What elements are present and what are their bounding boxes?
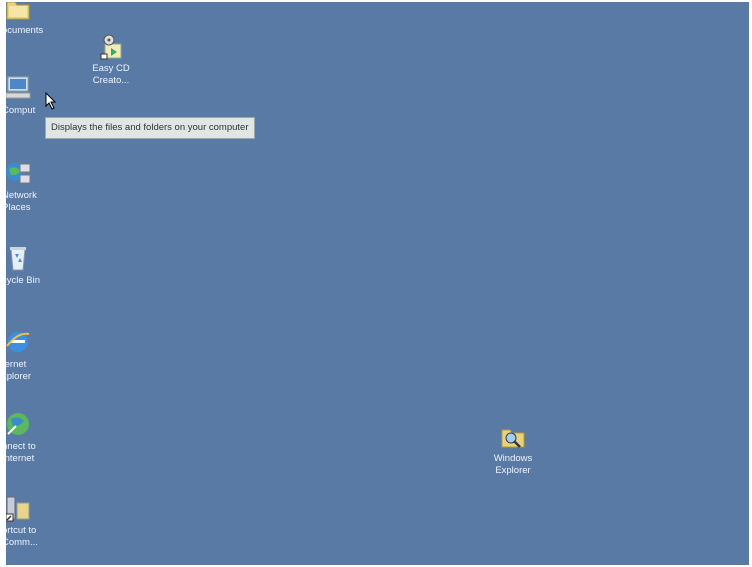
desktop-icon-internet-explorer[interactable]: ternet xplorer	[6, 328, 62, 383]
desktop-icon-my-documents[interactable]: ocuments	[6, 2, 62, 37]
cd-creator-icon	[97, 32, 125, 60]
recycle-bin-icon	[6, 244, 32, 272]
icon-label: Easy CD Creato...	[92, 63, 130, 86]
desktop-icon-easy-cd-creator[interactable]: Easy CD Creato...	[76, 32, 146, 87]
icon-label: Network Places	[6, 190, 37, 213]
desktop-icon-recycle-bin[interactable]: cycle Bin	[6, 244, 62, 287]
icon-label: ocuments	[6, 25, 44, 36]
network-icon	[6, 159, 32, 187]
folder-icon	[6, 2, 32, 22]
desktop: ocuments Easy CD Creato... Comput	[6, 2, 749, 565]
icon-label: ortcut to Comm...	[6, 525, 38, 548]
tooltip: Displays the files and folders on your c…	[45, 117, 255, 139]
icon-label: ternet xplorer	[6, 359, 32, 382]
mouse-pointer-icon	[45, 91, 57, 115]
shortcut-icon	[6, 494, 32, 522]
desktop-icon-shortcut-to-comm[interactable]: ortcut to Comm...	[6, 494, 62, 549]
desktop-icon-connect-to-internet[interactable]: nnect to Internet	[6, 410, 62, 465]
explorer-icon	[499, 422, 527, 450]
connect-icon	[6, 410, 32, 438]
icon-label: cycle Bin	[6, 275, 41, 286]
desktop-icon-network-places[interactable]: Network Places	[6, 159, 62, 214]
icon-label: Windows Explorer	[493, 453, 533, 476]
computer-icon	[6, 74, 32, 102]
desktop-icon-windows-explorer[interactable]: Windows Explorer	[478, 422, 548, 477]
ie-icon	[6, 328, 32, 356]
icon-label: nnect to Internet	[6, 441, 36, 464]
